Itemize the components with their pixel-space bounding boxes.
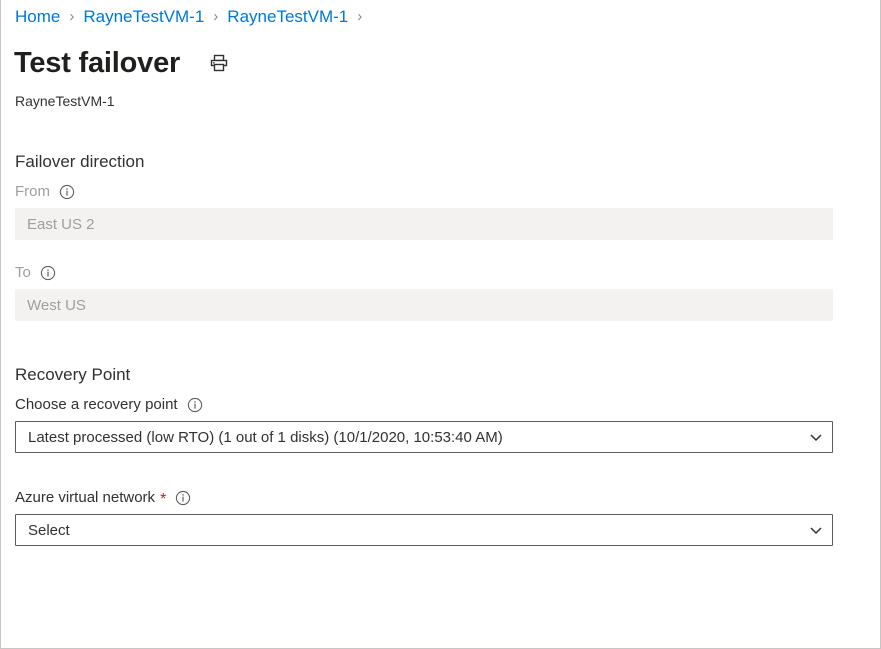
printer-icon-glyph <box>209 53 229 73</box>
spacer <box>15 240 833 262</box>
breadcrumb: Home › RayneTestVM-1 › RayneTestVM-1 › <box>15 6 371 28</box>
azure-virtual-network-label: Azure virtual network * <box>15 487 833 508</box>
recovery-point-heading: Recovery Point <box>15 363 833 386</box>
info-icon[interactable] <box>187 397 203 413</box>
spacer <box>15 453 833 487</box>
chevron-down-icon-glyph <box>809 523 823 537</box>
breadcrumb-item-home[interactable]: Home <box>15 6 60 28</box>
breadcrumb-separator-icon: › <box>69 6 74 28</box>
from-label: From <box>15 181 833 202</box>
page-title-row: Test failover <box>14 44 232 82</box>
recovery-point-selected-value: Latest processed (low RTO) (1 out of 1 d… <box>28 429 503 446</box>
breadcrumb-item-vm-2[interactable]: RayneTestVM-1 <box>227 6 348 28</box>
from-region-field: East US 2 <box>15 208 833 240</box>
azure-virtual-network-dropdown[interactable]: Select <box>15 514 833 546</box>
info-icon-glyph <box>59 184 75 200</box>
info-icon-glyph <box>187 397 203 413</box>
chevron-down-icon <box>809 523 823 537</box>
to-label: To <box>15 262 833 283</box>
info-icon-glyph <box>175 490 191 506</box>
chevron-down-icon-glyph <box>809 430 823 444</box>
blade-content: Failover direction From East US 2 To <box>15 150 833 546</box>
page-subtitle: RayneTestVM-1 <box>15 92 115 111</box>
breadcrumb-separator-icon: › <box>213 6 218 28</box>
required-marker: * <box>160 492 166 508</box>
choose-recovery-point-label: Choose a recovery point <box>15 394 833 415</box>
info-icon[interactable] <box>175 490 191 506</box>
page-title: Test failover <box>14 44 180 82</box>
to-region-field: West US <box>15 289 833 321</box>
choose-recovery-point-label-text: Choose a recovery point <box>15 394 178 415</box>
azure-virtual-network-label-text: Azure virtual network <box>15 487 155 508</box>
to-label-text: To <box>15 262 31 283</box>
failover-direction-heading: Failover direction <box>15 150 833 173</box>
azure-virtual-network-selected-value: Select <box>28 522 70 539</box>
from-label-text: From <box>15 181 50 202</box>
breadcrumb-item-vm-1[interactable]: RayneTestVM-1 <box>83 6 204 28</box>
info-icon-glyph <box>40 265 56 281</box>
chevron-down-icon <box>809 430 823 444</box>
info-icon[interactable] <box>40 265 56 281</box>
info-icon[interactable] <box>59 184 75 200</box>
spacer <box>15 321 833 363</box>
test-failover-blade: Home › RayneTestVM-1 › RayneTestVM-1 › T… <box>0 0 881 649</box>
breadcrumb-separator-icon: › <box>357 6 362 28</box>
printer-icon[interactable] <box>206 50 232 76</box>
recovery-point-dropdown[interactable]: Latest processed (low RTO) (1 out of 1 d… <box>15 421 833 453</box>
